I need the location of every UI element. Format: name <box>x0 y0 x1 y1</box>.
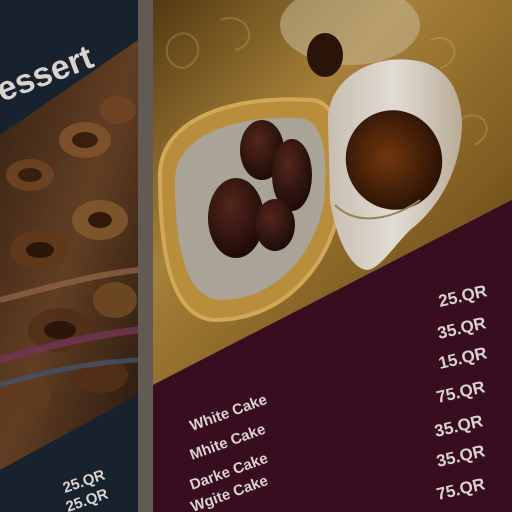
menu-boards-photo: essert 25.QR 25.QR White Cake Mhite Cake… <box>0 0 512 512</box>
photo-scene: essert 25.QR 25.QR White Cake Mhite Cake… <box>0 0 512 512</box>
